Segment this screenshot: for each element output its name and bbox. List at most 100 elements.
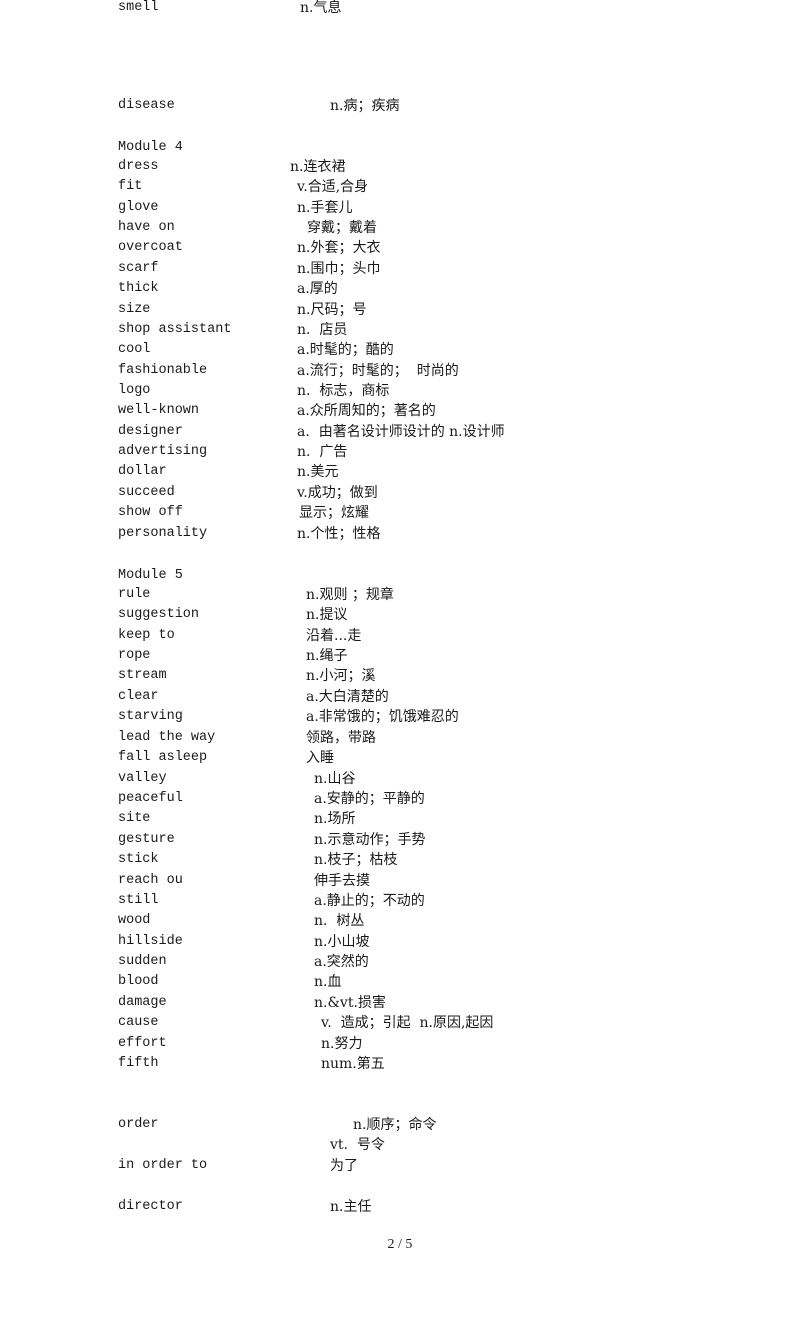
vocab-definition: 沿着...走 (306, 628, 362, 644)
vocab-term: gesture (118, 832, 175, 847)
vocab-definition: n. 树丛 (314, 913, 365, 929)
vocab-term: shop assistant (118, 322, 232, 337)
vocab-term: hillside (118, 934, 183, 949)
vocab-definition: n.尺码；号 (297, 302, 367, 318)
vocab-term: rope (118, 648, 151, 663)
module-heading: Module 4 (118, 140, 183, 155)
vocab-term: thick (118, 281, 159, 296)
vocab-definition: n.努力 (321, 1036, 363, 1052)
vocab-definition: n.顺序；命令 (353, 1117, 437, 1133)
vocab-term: valley (118, 771, 167, 786)
vocab-definition: 领路，带路 (306, 730, 376, 746)
vocab-definition: a.流行；时髦的； 时尚的 (297, 363, 459, 379)
vocab-definition: n.围巾；头巾 (297, 261, 381, 277)
vocab-term: clear (118, 689, 159, 704)
vocab-definition: n.观则 ；规章 (306, 587, 394, 603)
vocab-definition: 为了 (330, 1158, 358, 1174)
vocab-term: cause (118, 1015, 159, 1030)
vocab-definition: a.静止的；不动的 (314, 893, 425, 909)
vocab-definition: 伸手去摸 (314, 873, 370, 889)
vocab-term: wood (118, 913, 151, 928)
vocab-term: designer (118, 424, 183, 439)
vocab-term: logo (118, 383, 151, 398)
vocab-definition: n.枝子；枯枝 (314, 852, 398, 868)
vocab-term: rule (118, 587, 151, 602)
vocab-term: scarf (118, 261, 159, 276)
vocab-term: have on (118, 220, 175, 235)
vocab-definition: v. 造成；引起 n.原因,起因 (321, 1015, 494, 1031)
vocab-term: advertising (118, 444, 208, 459)
vocab-term: personality (118, 526, 208, 541)
vocab-term: still (118, 893, 159, 908)
vocab-definition: a.非常饿的；饥饿难忍的 (306, 709, 459, 725)
vocab-definition: a. 由著名设计师设计的 n.设计师 (297, 424, 505, 440)
vocab-term: blood (118, 974, 159, 989)
vocab-definition: 穿戴；戴着 (307, 220, 377, 236)
vocab-term: show off (118, 505, 183, 520)
vocab-definition: n.场所 (314, 811, 356, 827)
vocab-definition: n.绳子 (306, 648, 348, 664)
vocab-term: fifth (118, 1056, 159, 1071)
vocab-term: lead the way (118, 730, 216, 745)
vocab-definition: a.厚的 (297, 281, 338, 297)
vocab-definition-continuation: vt. 号令 (330, 1137, 385, 1153)
vocab-definition: v.成功；做到 (297, 485, 378, 501)
vocab-definition: n.主任 (330, 1199, 372, 1215)
vocab-term: dollar (118, 464, 167, 479)
vocab-definition: n. 标志，商标 (297, 383, 390, 399)
vocab-term: dress (118, 159, 159, 174)
vocab-term: fashionable (118, 363, 208, 378)
vocab-definition: n.手套儿 (297, 200, 353, 216)
vocab-term: stream (118, 668, 167, 683)
vocab-term: fit (118, 179, 143, 194)
vocab-term: order (118, 1117, 159, 1132)
vocab-definition: a.众所周知的；著名的 (297, 403, 436, 419)
vocab-term: cool (118, 342, 151, 357)
vocab-term: suggestion (118, 607, 200, 622)
vocab-definition: a.安静的；平静的 (314, 791, 425, 807)
vocab-term: disease (118, 98, 175, 113)
vocab-definition: n.病；疾病 (330, 98, 400, 114)
vocab-term: keep to (118, 628, 175, 643)
vocab-term: glove (118, 200, 159, 215)
vocab-definition: a.突然的 (314, 954, 369, 970)
vocab-definition: n.美元 (297, 464, 339, 480)
vocab-term: damage (118, 995, 167, 1010)
vocab-definition: n. 广告 (297, 444, 348, 460)
module-heading: Module 5 (118, 568, 183, 583)
vocab-term: overcoat (118, 240, 183, 255)
vocab-definition: n.小河；溪 (306, 668, 376, 684)
vocab-definition: n.小山坡 (314, 934, 370, 950)
vocab-term: effort (118, 1036, 167, 1051)
vocab-term: reach ou (118, 873, 183, 888)
vocab-term: in order to (118, 1158, 208, 1173)
vocab-definition: n.外套；大衣 (297, 240, 381, 256)
vocab-definition: 入睡 (306, 750, 334, 766)
vocab-definition: n.气息 (300, 0, 342, 16)
vocab-definition: 显示；炫耀 (299, 505, 369, 521)
vocab-term: succeed (118, 485, 175, 500)
vocab-definition: n.个性；性格 (297, 526, 381, 542)
page-number: 2 / 5 (387, 1237, 413, 1252)
vocab-definition: n.山谷 (314, 771, 356, 787)
vocab-definition: n.连衣裙 (290, 159, 346, 175)
vocab-definition: v.合适,合身 (297, 179, 369, 195)
vocab-term: site (118, 811, 151, 826)
vocab-term: starving (118, 709, 183, 724)
vocab-term: size (118, 302, 151, 317)
vocab-term: smell (118, 0, 159, 15)
vocab-definition: n.&vt.损害 (314, 995, 386, 1011)
vocab-term: peaceful (118, 791, 183, 806)
vocab-term: stick (118, 852, 159, 867)
vocab-definition: n.示意动作；手势 (314, 832, 426, 848)
vocab-definition: n. 店员 (297, 322, 348, 338)
vocab-term: well-known (118, 403, 200, 418)
vocab-definition: num.第五 (321, 1056, 385, 1072)
vocab-definition: n.提议 (306, 607, 348, 623)
vocab-term: director (118, 1199, 183, 1214)
vocab-term: fall asleep (118, 750, 208, 765)
vocab-definition: a.时髦的；酷的 (297, 342, 394, 358)
vocab-definition: a.大白清楚的 (306, 689, 389, 705)
vocab-term: sudden (118, 954, 167, 969)
vocab-definition: n.血 (314, 974, 342, 990)
